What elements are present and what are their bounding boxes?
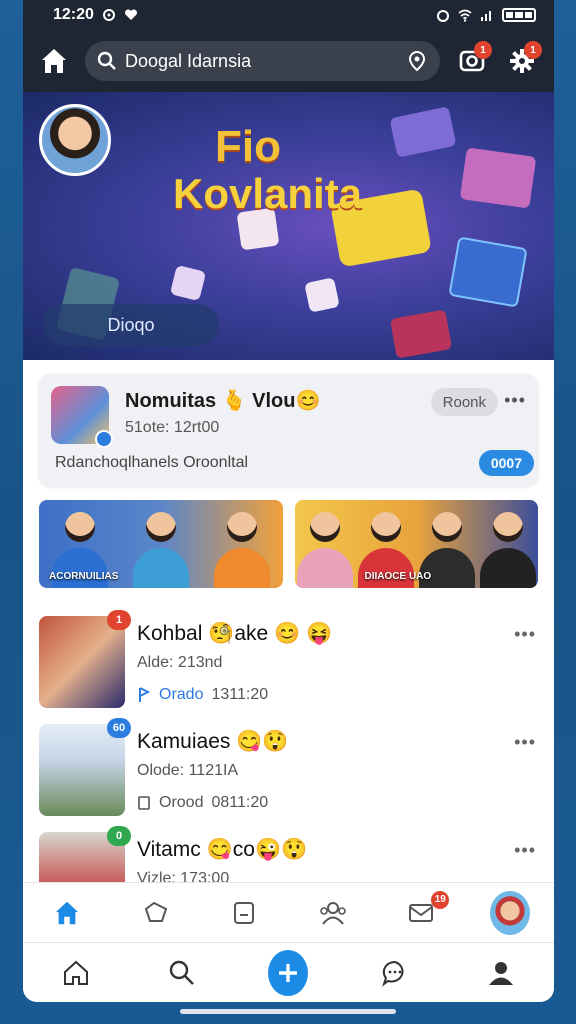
pin-icon [139, 687, 151, 702]
avatar[interactable] [39, 104, 111, 176]
hero-title: Fio [215, 122, 281, 171]
signal-icon [481, 11, 491, 21]
more-options-icon[interactable]: ••• [514, 732, 536, 753]
search-icon [97, 51, 116, 70]
strip-label: ACORNUILIAS [49, 571, 119, 582]
feature-action-button[interactable]: Roonk [430, 388, 498, 416]
home-button[interactable] [37, 44, 71, 78]
plus-icon [279, 963, 298, 982]
item-meta: Olode: 1121IA [137, 762, 239, 779]
item-title: Kamuiaes 😋😲 [137, 730, 289, 753]
top-nav: Doogal Idarnsia 1 1 [23, 30, 554, 92]
item-badge: 1 [107, 610, 131, 630]
list-item[interactable]: 1 Kohbal 🧐ake 😊 😝 Alde: 213nd Orado 1311… [23, 610, 554, 718]
heart-icon [124, 9, 137, 20]
tab-groups[interactable] [136, 893, 176, 933]
location-icon[interactable] [406, 50, 428, 72]
more-options-icon[interactable]: ••• [514, 840, 536, 861]
chat-icon [381, 960, 404, 987]
tag-icon [144, 901, 167, 922]
tab-profile[interactable] [489, 890, 530, 935]
inbox-badge: 19 [431, 890, 450, 909]
bottom-nav [23, 942, 554, 1002]
item-thumbnail [39, 724, 125, 816]
nav-create[interactable] [268, 949, 309, 996]
item-badge: 60 [107, 718, 131, 738]
search-icon [170, 960, 195, 985]
item-title: Kohbal 🧐ake 😊 😝 [137, 622, 333, 645]
hero-subtitle: Kovlanita [173, 170, 363, 217]
tab-inbox[interactable]: 19 [401, 890, 450, 933]
more-options-icon[interactable]: ••• [514, 624, 536, 645]
user-icon [488, 961, 513, 985]
app-screen: 12:20 Doogal Idarnsia 1 1 Fio Kovlanita … [23, 0, 554, 1002]
nav-account[interactable] [481, 953, 521, 993]
home-indicator[interactable] [180, 1009, 396, 1014]
item-badge: 0 [107, 826, 131, 846]
story-strip[interactable]: DIIAOCE UAO [294, 500, 538, 588]
story-strip[interactable]: ACORNUILIAS [39, 500, 283, 588]
status-bar: 12:20 [23, 0, 554, 30]
home-icon [42, 49, 66, 73]
document-icon [138, 796, 150, 810]
list-item[interactable]: 60 Kamuiaes 😋😲 Olode: 1121IA Orood 0811:… [23, 718, 554, 826]
camera-button[interactable]: 1 [454, 41, 492, 79]
notification-icon [102, 9, 115, 21]
home-icon [56, 901, 79, 924]
verified-icon [95, 430, 113, 448]
feature-card[interactable]: Nomuitas 🫰 Vlou😊 51ote: 12rt00 Rdanchoql… [39, 374, 538, 486]
battery-icon [502, 8, 536, 22]
clock: 12:20 [53, 6, 94, 23]
friends-icon [319, 901, 346, 925]
item-meta: Alde: 213nd [137, 654, 223, 671]
tab-friends[interactable] [313, 893, 353, 933]
hero-pill-button[interactable]: Dioqo [43, 304, 219, 346]
main-content: Nomuitas 🫰 Vlou😊 51ote: 12rt00 Rdanchoql… [23, 374, 554, 934]
hero-banner[interactable]: Fio Kovlanita Dioqo [23, 92, 554, 360]
feature-count-badge[interactable]: 0007 [478, 450, 534, 476]
search-input[interactable]: Doogal Idarnsia [85, 41, 440, 81]
page-icon [234, 901, 255, 924]
add-button[interactable] [268, 949, 309, 996]
community-thumbnail [51, 386, 113, 448]
item-thumbnail [39, 616, 125, 708]
tab-pages[interactable] [224, 893, 264, 933]
wifi-icon [458, 9, 472, 22]
tab-home[interactable] [47, 893, 87, 933]
settings-badge: 1 [524, 41, 542, 59]
more-options-icon[interactable]: ••• [504, 390, 526, 411]
item-title: Vitamc 😋co😜😲 [137, 838, 308, 861]
item-stats: Orood 0811:20 [137, 794, 268, 812]
strip-label: DIIAOCE UAO [364, 571, 432, 582]
avatar [489, 890, 530, 935]
search-text: Doogal Idarnsia [125, 50, 252, 71]
nav-messages[interactable] [375, 953, 415, 993]
camera-badge: 1 [474, 41, 492, 59]
alarm-icon [437, 10, 449, 22]
nav-home[interactable] [56, 953, 96, 993]
story-strips: ACORNUILIAS DIIAOCE UAO [39, 500, 538, 588]
home-outline-icon [64, 960, 89, 985]
nav-search[interactable] [162, 953, 202, 993]
settings-button[interactable]: 1 [504, 41, 542, 79]
feature-title: Nomuitas 🫰 Vlou😊 [125, 390, 321, 412]
feature-subtitle: 51ote: 12rt00 [125, 419, 220, 436]
section-tab-bar: 19 [23, 882, 554, 942]
item-stats: Orado 1311:20 [137, 686, 268, 704]
feature-caption: Rdanchoqlhanels Oroonltal [55, 454, 249, 471]
